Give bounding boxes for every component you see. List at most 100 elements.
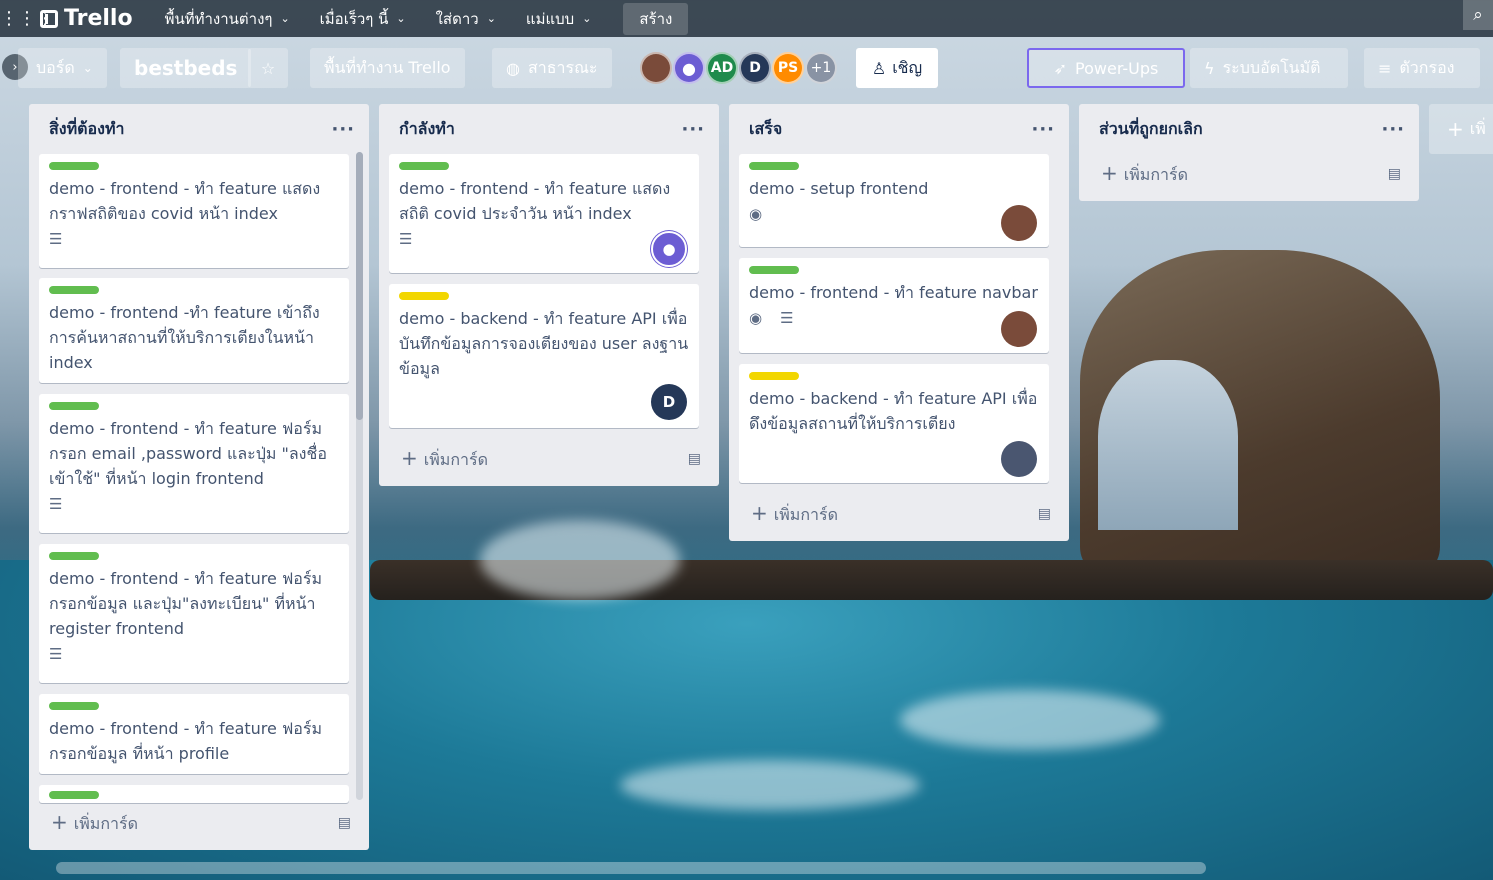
visibility-label: สาธารณะ <box>527 57 598 77</box>
invite-label: เชิญ <box>892 57 923 77</box>
member-avatar[interactable] <box>640 52 672 84</box>
list-menu-icon[interactable]: ··· <box>1381 119 1405 140</box>
more-members-button[interactable]: +1 <box>805 52 837 84</box>
member-avatar[interactable]: ● <box>673 52 705 84</box>
plus-icon: + <box>1447 117 1464 141</box>
filter-icon: ≡ <box>1378 58 1392 78</box>
description-icon: ☰ <box>399 230 413 248</box>
search-icon[interactable]: ⌕ <box>1463 0 1493 30</box>
board-name-label: bestbeds <box>120 48 252 88</box>
list-title[interactable]: ส่วนที่ถูกยกเลิก <box>1099 117 1203 142</box>
menu-label: แม่แบบ <box>525 9 575 28</box>
description-icon: ☰ <box>780 309 794 327</box>
filter-button[interactable]: ≡ ตัวกรอง <box>1364 48 1480 88</box>
workspace-button-label: พื้นที่ทำงาน Trello <box>310 48 465 88</box>
star-board-button[interactable]: ☆ <box>248 48 288 88</box>
boards-button-label: บอร์ด <box>36 57 75 77</box>
list-title[interactable]: เสร็จ <box>749 117 782 142</box>
add-card-button[interactable]: + เพิ่มการ์ด ▤ <box>401 444 701 474</box>
add-card-button[interactable]: + เพิ่มการ์ด ▤ <box>51 808 351 838</box>
card-title: demo - frontend - ทำ feature แสดงสถิติ c… <box>399 179 671 223</box>
card-label-green[interactable] <box>49 162 99 170</box>
filter-label: ตัวกรอง <box>1399 57 1455 77</box>
card-member-avatar[interactable] <box>1001 311 1037 347</box>
card[interactable]: demo - frontend -ทำ feature เข้าถึงการค้… <box>39 278 349 383</box>
card-label-green[interactable] <box>49 702 99 710</box>
menu-starred[interactable]: ใส่ดาว ⌄ <box>424 3 508 35</box>
create-button[interactable]: สร้าง <box>623 2 689 35</box>
automation-button[interactable]: ϟ ระบบอัตโนมัติ <box>1190 48 1348 88</box>
card[interactable]: demo - frontend - ทำ feature ฟอร์มกรอกข้… <box>39 544 349 683</box>
menu-label: เมื่อเร็วๆ นี้ <box>319 9 389 28</box>
card-label-green[interactable] <box>49 286 99 294</box>
card[interactable]: demo - frontend - ทำ feature ฟอร์มกรอกข้… <box>39 694 349 774</box>
trello-logo[interactable]: Trello <box>40 6 133 31</box>
list-header: เสร็จ ··· <box>729 104 1069 154</box>
list-title[interactable]: กำลังทำ <box>399 117 455 142</box>
boards-button[interactable]: บอร์ด ⌄ <box>18 48 107 88</box>
powerups-button[interactable]: ➶ Power-Ups <box>1027 48 1185 88</box>
visibility-button[interactable]: ◍ สาธารณะ <box>492 48 612 88</box>
star-icon: ☆ <box>248 48 288 88</box>
powerups-label: Power-Ups <box>1075 58 1159 78</box>
list-cancelled: ส่วนที่ถูกยกเลิก ··· + เพิ่มการ์ด ▤ <box>1079 104 1419 201</box>
member-avatar-ps[interactable]: PS <box>772 52 804 84</box>
app-switcher-icon[interactable]: ⋮⋮⋮ <box>0 8 54 29</box>
menu-label: พื้นที่ทำงานต่างๆ <box>164 9 273 28</box>
card[interactable] <box>39 785 349 803</box>
card-template-icon[interactable]: ▤ <box>688 451 701 467</box>
card[interactable]: demo - frontend - ทำ feature navbar ◉ ☰ <box>739 258 1049 353</box>
card-label-green[interactable] <box>749 162 799 170</box>
menu-templates[interactable]: แม่แบบ ⌄ <box>514 3 604 35</box>
card-member-avatar[interactable] <box>1001 205 1037 241</box>
card-title: demo - backend - ทำ feature API เพื่อดึง… <box>749 389 1038 433</box>
card-title: demo - frontend - ทำ feature ฟอร์มกรอก e… <box>49 419 327 488</box>
add-list-button[interactable]: + เพิ่ <box>1429 104 1493 154</box>
member-avatar-d[interactable]: D <box>739 52 771 84</box>
card[interactable]: demo - backend - ทำ feature API เพื่อบัน… <box>389 284 699 428</box>
card-label-green[interactable] <box>749 266 799 274</box>
card-member-avatar[interactable] <box>1001 441 1037 477</box>
card-label-green[interactable] <box>399 162 449 170</box>
board-name[interactable]: bestbeds <box>120 48 252 88</box>
card[interactable]: demo - backend - ทำ feature API เพื่อดึง… <box>739 364 1049 483</box>
card-template-icon[interactable]: ▤ <box>1038 506 1051 522</box>
user-icon: ● <box>662 240 676 258</box>
card-template-icon[interactable]: ▤ <box>1388 166 1401 182</box>
list-header: กำลังทำ ··· <box>379 104 719 154</box>
list-menu-icon[interactable]: ··· <box>681 119 705 140</box>
card[interactable]: demo - frontend - ทำ feature แสดงสถิติ c… <box>389 154 699 273</box>
card-label-green[interactable] <box>49 791 99 799</box>
add-card-button[interactable]: + เพิ่มการ์ด ▤ <box>1101 159 1401 189</box>
workspace-button[interactable]: พื้นที่ทำงาน Trello <box>310 48 465 88</box>
card-label-green[interactable] <box>49 402 99 410</box>
invite-button[interactable]: ♙ เชิญ <box>856 48 938 88</box>
plus-icon: + <box>751 500 768 525</box>
plus-icon: + <box>1101 160 1118 185</box>
card[interactable]: demo - frontend - ทำ feature แสดงกราฟสถิ… <box>39 154 349 268</box>
card[interactable]: demo - setup frontend ◉ <box>739 154 1049 247</box>
board-horizontal-scrollbar[interactable] <box>56 862 1206 874</box>
list-in-progress: กำลังทำ ··· demo - frontend - ทำ feature… <box>379 104 719 486</box>
card[interactable]: demo - frontend - ทำ feature ฟอร์มกรอก e… <box>39 394 349 533</box>
scrollbar-thumb[interactable] <box>356 152 363 420</box>
lightning-icon: ϟ <box>1204 58 1215 78</box>
menu-recent[interactable]: เมื่อเร็วๆ นี้ ⌄ <box>308 3 418 35</box>
list-title[interactable]: สิ่งที่ต้องทำ <box>49 117 124 142</box>
list-menu-icon[interactable]: ··· <box>331 119 355 140</box>
card-template-icon[interactable]: ▤ <box>338 815 351 831</box>
card-member-avatar-d[interactable]: D <box>651 384 687 420</box>
add-card-button[interactable]: + เพิ่มการ์ด ▤ <box>751 499 1051 529</box>
list-menu-icon[interactable]: ··· <box>1031 119 1055 140</box>
top-navigation-bar: ⋮⋮⋮ Trello พื้นที่ทำงานต่างๆ ⌄ เมื่อเร็วๆ… <box>0 0 1493 37</box>
chevron-down-icon: ⌄ <box>280 12 290 25</box>
menu-workspaces[interactable]: พื้นที่ทำงานต่างๆ ⌄ <box>153 3 302 35</box>
member-avatar-ad[interactable]: AD <box>706 52 738 84</box>
card-label-yellow[interactable] <box>399 292 449 300</box>
card-label-green[interactable] <box>49 552 99 560</box>
list-scrollbar[interactable] <box>356 152 363 800</box>
card-title: demo - frontend - ทำ feature navbar <box>749 283 1038 302</box>
card-label-yellow[interactable] <box>749 372 799 380</box>
card-title: demo - frontend - ทำ feature แสดงกราฟสถิ… <box>49 179 321 223</box>
card-member-avatar[interactable]: ● <box>651 231 687 267</box>
